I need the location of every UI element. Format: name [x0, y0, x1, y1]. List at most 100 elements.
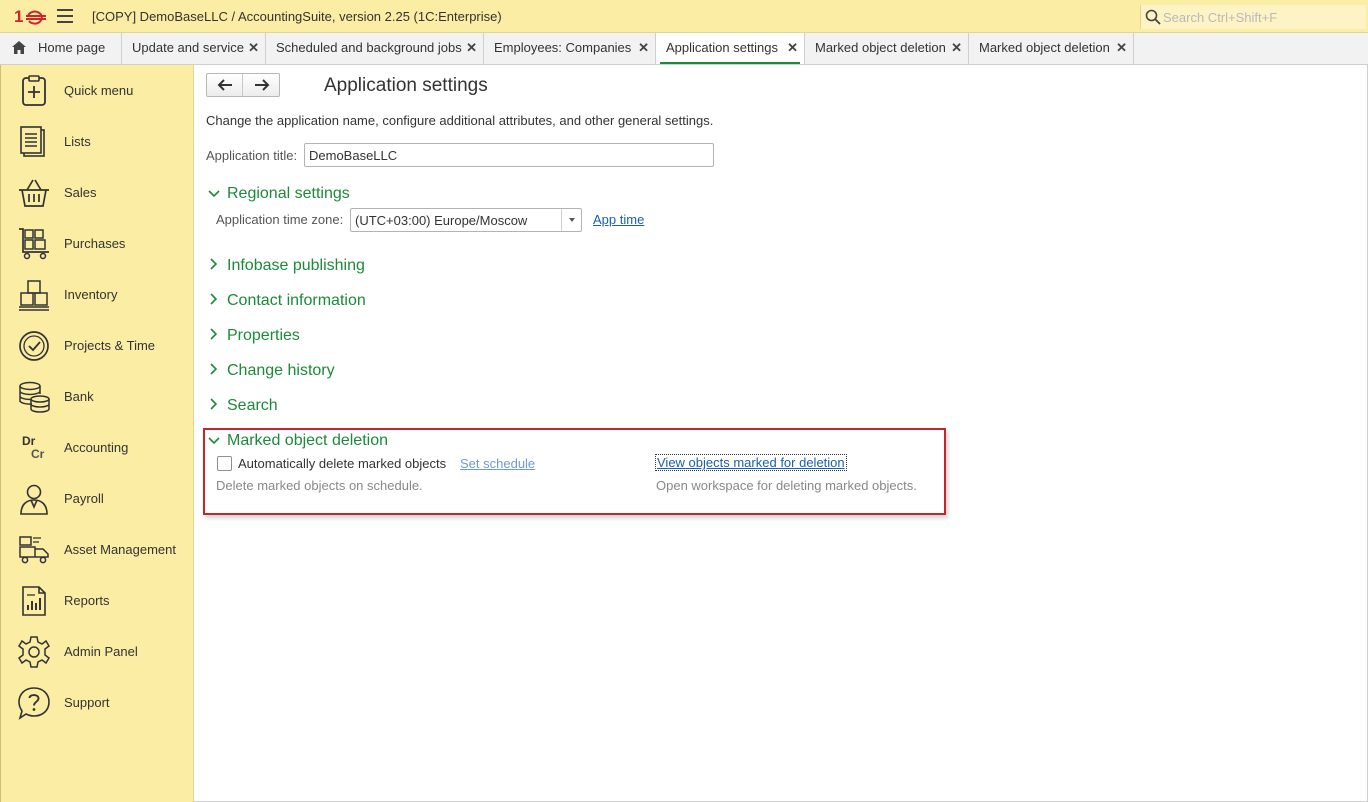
close-icon[interactable]: ✕: [787, 33, 798, 63]
forward-button[interactable]: [244, 74, 280, 96]
tab-employees-companies[interactable]: Employees: Companies ✕: [484, 33, 656, 64]
group-regional-settings[interactable]: Regional settings: [208, 185, 350, 203]
sidebar-item-label: Projects & Time: [64, 338, 156, 353]
sidebar-item-projects-time[interactable]: Projects & Time: [1, 320, 194, 371]
back-button[interactable]: [207, 74, 243, 96]
basket-icon: [19, 179, 49, 207]
arrow-left-icon: [217, 79, 232, 91]
group-properties[interactable]: Properties: [208, 327, 300, 345]
auto-delete-label[interactable]: Automatically delete marked objects: [238, 456, 446, 471]
sidebar-item-accounting[interactable]: Dr Cr Accounting: [1, 422, 194, 473]
sidebar-item-support[interactable]: Support: [1, 677, 194, 728]
tab-label: Marked object deletion: [979, 40, 1110, 55]
sidebar-item-label: Asset Management: [64, 542, 177, 557]
sidebar: Quick menu Lists Sales Purchases Invento…: [0, 65, 194, 802]
tab-label: Scheduled and background jobs: [276, 40, 462, 55]
chevron-right-icon: [210, 293, 218, 305]
chevron-right-icon: [210, 363, 218, 375]
sidebar-item-label: Sales: [64, 185, 97, 200]
group-contact-information[interactable]: Contact information: [208, 292, 366, 310]
sidebar-item-label: Admin Panel: [64, 644, 138, 659]
view-marked-objects-link[interactable]: View objects marked for deletion: [655, 454, 847, 471]
svg-text:Dr: Dr: [22, 434, 36, 448]
group-label: Properties: [227, 327, 300, 344]
app-time-link[interactable]: App time: [593, 212, 644, 227]
search-input[interactable]: [1163, 8, 1363, 26]
time-zone-select[interactable]: (UTC+03:00) Europe/Moscow: [350, 208, 582, 232]
global-search[interactable]: [1140, 5, 1366, 29]
quick-menu-icon: [22, 75, 46, 106]
search-icon: [1145, 9, 1161, 25]
app-title-field[interactable]: [304, 143, 714, 167]
title-bar: 1 [COPY] DemoBaseLLC / AccountingSuite, …: [0, 0, 1368, 33]
history-nav: [206, 73, 280, 97]
group-label: Infobase publishing: [227, 257, 365, 274]
dr-cr-icon: DrCr: [22, 434, 45, 461]
clock-icon: [19, 331, 49, 361]
1c-logo-icon[interactable]: 1: [14, 6, 46, 26]
sidebar-item-sales[interactable]: Sales: [1, 167, 194, 218]
tab-marked-object-deletion[interactable]: Marked object deletion ✕: [805, 33, 969, 64]
chevron-right-icon: [210, 328, 218, 340]
close-icon[interactable]: ✕: [951, 33, 962, 63]
tab-label: Employees: Companies: [494, 40, 632, 55]
sidebar-item-label: Accounting: [64, 440, 129, 455]
svg-text:Cr: Cr: [31, 447, 45, 461]
dropdown-arrow-icon[interactable]: [561, 209, 581, 231]
page-description: Change the application name, configure a…: [206, 113, 714, 128]
question-icon: [18, 687, 50, 720]
tab-bar: Home page Update and service ✕ Scheduled …: [0, 33, 1368, 65]
person-icon: [20, 484, 48, 515]
chevron-down-icon: [208, 190, 220, 198]
time-zone-value: (UTC+03:00) Europe/Moscow: [355, 213, 528, 228]
group-search[interactable]: Search: [208, 397, 278, 415]
view-objects-hint: Open workspace for deleting marked objec…: [656, 478, 917, 493]
tab-marked-object-deletion-2[interactable]: Marked object deletion ✕: [969, 33, 1134, 64]
set-schedule-link[interactable]: Set schedule: [460, 456, 535, 471]
close-icon[interactable]: ✕: [1116, 33, 1127, 63]
tab-application-settings[interactable]: Application settings ✕: [656, 33, 805, 64]
main-menu-icon[interactable]: [57, 9, 73, 23]
close-icon[interactable]: ✕: [248, 33, 259, 63]
group-infobase-publishing[interactable]: Infobase publishing: [208, 257, 365, 275]
sidebar-item-asset-management[interactable]: Asset Management: [1, 524, 194, 575]
auto-delete-hint: Delete marked objects on schedule.: [216, 478, 423, 493]
sidebar-item-reports[interactable]: Reports: [1, 575, 194, 626]
chevron-down-icon: [208, 437, 220, 445]
coins-icon: [19, 381, 50, 413]
boxes-icon: [19, 280, 49, 311]
chevron-right-icon: [210, 398, 218, 410]
sidebar-item-bank[interactable]: Bank: [1, 371, 194, 422]
group-label: Change history: [227, 362, 335, 379]
group-change-history[interactable]: Change history: [208, 362, 335, 380]
sidebar-item-inventory[interactable]: Inventory: [1, 269, 194, 320]
group-marked-object-deletion[interactable]: Marked object deletion: [208, 432, 388, 450]
sidebar-item-label: Lists: [64, 134, 91, 149]
gear-icon: [18, 636, 50, 668]
cart-icon: [19, 228, 49, 260]
sidebar-item-label: Support: [64, 695, 110, 710]
page-title: Application settings: [324, 75, 488, 96]
tab-label: Marked object deletion: [815, 40, 946, 55]
group-label: Regional settings: [227, 185, 350, 202]
tab-update-and-service[interactable]: Update and service ✕: [122, 33, 266, 64]
sidebar-item-admin-panel[interactable]: Admin Panel: [1, 626, 194, 677]
tab-home-page[interactable]: Home page: [0, 33, 122, 64]
sidebar-item-label: Quick menu: [64, 83, 134, 98]
report-icon: [22, 586, 46, 616]
sidebar-item-purchases[interactable]: Purchases: [1, 218, 194, 269]
sidebar-item-payroll[interactable]: Payroll: [1, 473, 194, 524]
auto-delete-checkbox[interactable]: [217, 456, 232, 471]
svg-text:1: 1: [14, 7, 23, 26]
sidebar-item-label: Purchases: [64, 236, 126, 251]
sidebar-item-label: Bank: [64, 389, 94, 404]
close-icon[interactable]: ✕: [638, 33, 649, 63]
sidebar-item-label: Reports: [64, 593, 110, 608]
tab-scheduled-jobs[interactable]: Scheduled and background jobs ✕: [266, 33, 484, 64]
sidebar-item-label: Payroll: [64, 491, 104, 506]
lists-icon: [20, 126, 45, 157]
close-icon[interactable]: ✕: [466, 33, 477, 63]
tab-label: Update and service: [132, 40, 245, 55]
sidebar-item-quick-menu[interactable]: Quick menu: [1, 65, 194, 116]
sidebar-item-lists[interactable]: Lists: [1, 116, 194, 167]
